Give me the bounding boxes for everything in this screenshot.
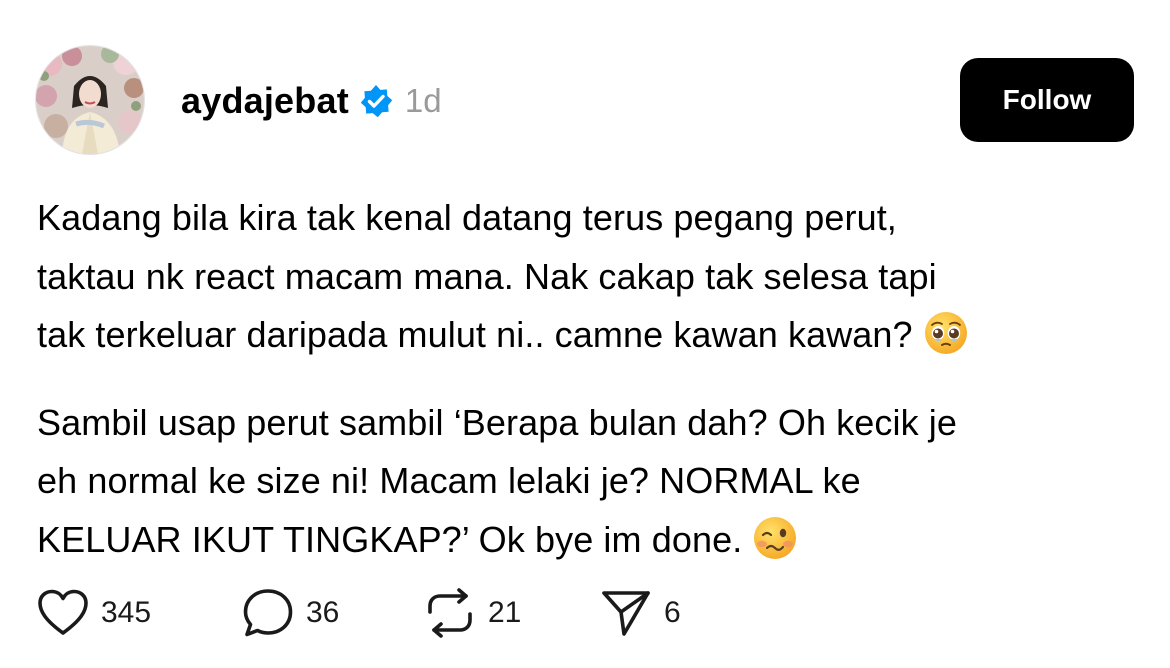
post-text-line-with-emoji: tak terkeluar daripada mulut ni.. camne … [37, 306, 1147, 374]
post-text-line: Kadang bila kira tak kenal datang terus … [37, 197, 897, 238]
post-paragraph: Kadang bila kira tak kenal datang terus … [37, 189, 1147, 374]
post-text-line: tak terkeluar daripada mulut ni.. camne … [37, 314, 913, 355]
reply-button[interactable]: 36 [242, 588, 424, 638]
like-button[interactable]: 345 [37, 589, 242, 637]
post-text-line: KELUAR IKUT TINGKAP?’ Ok bye im done. [37, 518, 743, 560]
post-text-line-with-emoji: KELUAR IKUT TINGKAP?’ Ok bye im done. [37, 511, 1147, 579]
woozy-face-emoji [752, 515, 798, 579]
verified-badge-icon [359, 84, 393, 118]
repost-button[interactable]: 21 [424, 588, 600, 638]
comment-bubble-icon [242, 588, 294, 638]
like-count: 345 [101, 596, 152, 629]
send-icon [600, 588, 652, 638]
post-header: aydajebat 1d [181, 76, 442, 126]
post-timestamp[interactable]: 1d [405, 82, 442, 120]
post-paragraph: Sambil usap perut sambil ‘Berapa bulan d… [37, 394, 1147, 579]
follow-button[interactable]: Follow [960, 58, 1134, 142]
post-actions: 345 36 21 6 [37, 588, 681, 638]
heart-icon [37, 589, 89, 637]
post-text-line: Sambil usap perut sambil ‘Berapa bulan d… [37, 401, 958, 443]
share-button[interactable]: 6 [600, 588, 681, 638]
repost-icon [424, 588, 476, 638]
pleading-face-emoji [923, 310, 969, 374]
share-count: 6 [664, 596, 681, 629]
repost-count: 21 [488, 596, 522, 629]
post-text-line: taktau nk react macam mana. Nak cakap ta… [37, 255, 937, 297]
reply-count: 36 [306, 596, 340, 629]
post-text-line: eh normal ke size ni! Macam lelaki je? N… [37, 460, 861, 501]
avatar[interactable] [36, 46, 144, 154]
username[interactable]: aydajebat [181, 80, 349, 122]
post-text: Kadang bila kira tak kenal datang terus … [37, 189, 1147, 598]
